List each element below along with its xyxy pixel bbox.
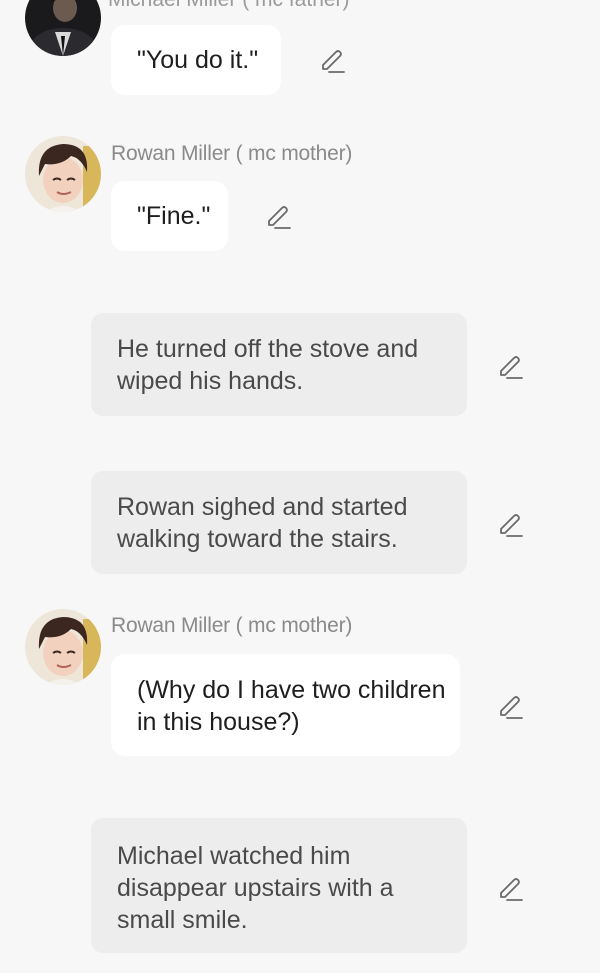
- edit-icon[interactable]: [494, 872, 524, 902]
- edit-icon[interactable]: [494, 350, 524, 380]
- narration-text: Rowan sighed and started walking toward …: [117, 493, 408, 553]
- message-text: "You do it.": [137, 46, 259, 74]
- narration-text: Michael watched him disappear upstairs w…: [117, 842, 394, 934]
- edit-icon[interactable]: [262, 200, 292, 230]
- character-message-bubble: "You do it.": [111, 25, 281, 95]
- edit-icon[interactable]: [316, 44, 346, 74]
- message-text: (Why do I have two children in this hous…: [137, 676, 446, 736]
- narration-bubble: Rowan sighed and started walking toward …: [91, 471, 467, 574]
- narration-bubble: He turned off the stove and wiped his ha…: [91, 313, 467, 416]
- speaker-name-cut: Michael Miller ( mc father): [108, 0, 350, 12]
- avatar-rowan[interactable]: [25, 136, 101, 212]
- edit-icon[interactable]: [494, 508, 524, 538]
- message-text: "Fine.": [137, 202, 211, 230]
- avatar-michael[interactable]: [25, 0, 101, 56]
- character-message-bubble: (Why do I have two children in this hous…: [111, 654, 460, 756]
- narration-bubble: Michael watched him disappear upstairs w…: [91, 818, 467, 953]
- avatar-rowan[interactable]: [25, 609, 101, 685]
- edit-icon[interactable]: [494, 690, 524, 720]
- narration-text: He turned off the stove and wiped his ha…: [117, 335, 419, 395]
- speaker-name: Rowan Miller ( mc mother): [111, 142, 353, 165]
- speaker-name: Rowan Miller ( mc mother): [111, 614, 353, 637]
- character-message-bubble: "Fine.": [111, 181, 228, 251]
